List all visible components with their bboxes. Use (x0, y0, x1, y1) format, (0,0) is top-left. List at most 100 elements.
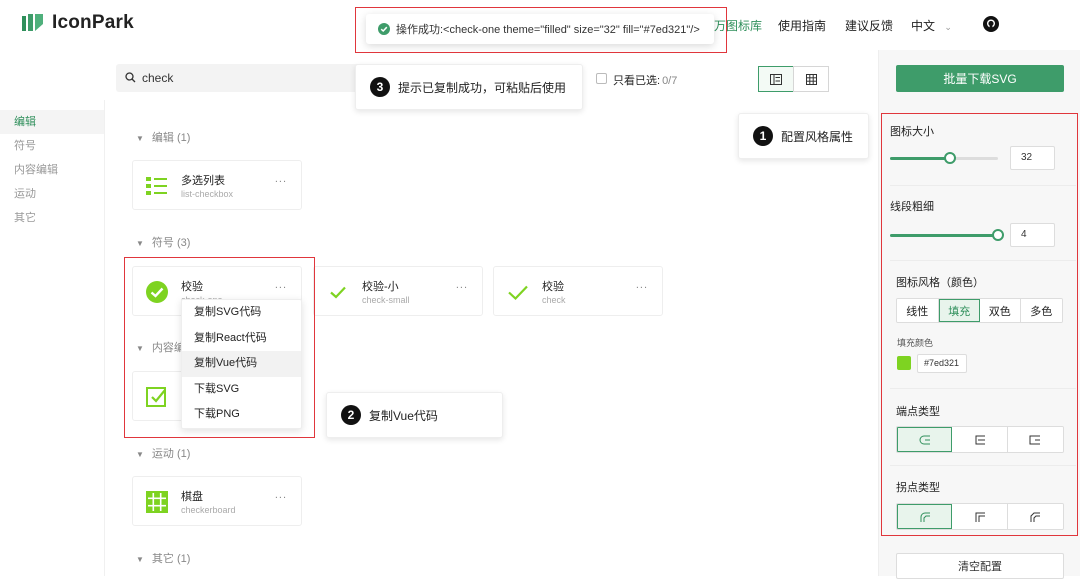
grid-view-button[interactable] (793, 66, 829, 92)
icon-card-check[interactable]: 校验 check ... (493, 266, 663, 316)
join-miter-icon (975, 512, 985, 522)
logo[interactable]: IconPark (22, 12, 134, 34)
icon-name: 校验-小 (362, 281, 399, 293)
only-selected-label: 只看已选: 0/7 (613, 72, 677, 88)
sidebar-item-symbol[interactable]: 符号 (0, 134, 104, 158)
chevron-down-icon: ⌄ (944, 22, 952, 32)
logo-text: IconPark (52, 12, 134, 33)
join-round-icon (920, 512, 930, 522)
nav-feedback[interactable]: 建议反馈 (845, 17, 893, 34)
icon-card-list-checkbox[interactable]: 多选列表 list-checkbox ... (132, 160, 302, 210)
search-box[interactable] (116, 64, 366, 92)
iconpark-logo-icon (22, 14, 43, 31)
caret-down-icon: ▼ (136, 555, 144, 564)
cap-square-icon (1029, 435, 1041, 444)
more-icon[interactable]: ... (636, 279, 648, 291)
icon-name: 校验 (542, 281, 564, 293)
sidebar-item-sport[interactable]: 运动 (0, 182, 104, 206)
clear-config-button[interactable]: 清空配置 (896, 553, 1064, 579)
github-icon[interactable] (983, 16, 999, 32)
theme-filled-option[interactable]: 填充 (938, 299, 981, 322)
icon-name: 棋盘 (181, 491, 203, 503)
group-header-other[interactable]: ▼ 其它 (1) (136, 550, 190, 566)
more-icon[interactable]: ... (275, 489, 287, 501)
size-slider-fill (890, 157, 950, 160)
category-sidebar: 编辑 符号 内容编辑 运动 其它 (0, 110, 104, 230)
step-number: 2 (341, 405, 361, 425)
group-title: 编辑 (1) (151, 132, 191, 144)
check-icon (508, 285, 528, 301)
only-selected-text: 只看已选: (613, 75, 661, 87)
step-number: 1 (753, 126, 773, 146)
join-bevel-option[interactable] (1007, 504, 1063, 529)
icon-slug: check (542, 295, 566, 305)
icon-slug: check-small (362, 295, 410, 305)
language-label: 中文 (911, 19, 936, 33)
theme-outline-option[interactable]: 线性 (897, 299, 939, 322)
divider (890, 465, 1076, 466)
join-round-option[interactable] (897, 504, 953, 529)
icon-slug: list-checkbox (181, 189, 234, 199)
list-view-icon (770, 73, 782, 85)
fill-color-label: 填充颜色 (897, 338, 934, 348)
list-view-button[interactable] (758, 66, 794, 92)
only-selected-count: 0/7 (662, 75, 678, 87)
fill-color-input[interactable]: #7ed321 (917, 354, 967, 373)
callout-step-2: 2 复制Vue代码 (326, 392, 503, 438)
cap-round-icon (919, 435, 930, 444)
nav-guide[interactable]: 使用指南 (778, 17, 826, 34)
stroke-width-input[interactable]: 4 (1010, 223, 1055, 247)
divider (890, 260, 1076, 261)
group-header-sport[interactable]: ▼ 运动 (1) (136, 445, 190, 461)
group-title: 符号 (3) (151, 237, 191, 249)
cap-round-option[interactable] (897, 427, 953, 452)
cap-butt-icon (975, 435, 985, 444)
callout-step-1: 1 配置风格属性 (738, 113, 869, 159)
size-slider-handle[interactable] (944, 152, 956, 164)
cap-butt-option[interactable] (952, 427, 1008, 452)
icon-name: 多选列表 (181, 175, 225, 187)
caret-down-icon: ▼ (136, 450, 144, 459)
menu-highlight-box (124, 257, 315, 438)
size-input[interactable]: 32 (1010, 146, 1055, 170)
list-checkbox-icon (146, 177, 167, 195)
stroke-width-label: 线段粗细 (890, 201, 934, 213)
line-join-label: 拐点类型 (896, 482, 940, 494)
search-input[interactable] (142, 69, 342, 87)
search-icon (125, 72, 136, 83)
config-highlight-box (881, 113, 1078, 536)
more-icon[interactable]: ... (275, 173, 287, 185)
icon-slug: checkerboard (181, 505, 236, 515)
group-header-edit[interactable]: ▼ 编辑 (1) (136, 129, 190, 145)
group-header-symbol[interactable]: ▼ 符号 (3) (136, 234, 190, 250)
theme-multi-color-option[interactable]: 多色 (1020, 299, 1062, 322)
sidebar-item-other[interactable]: 其它 (0, 206, 104, 230)
language-select[interactable]: 中文 ⌄ (911, 17, 952, 34)
callout-text: 提示已复制成功，可粘贴后使用 (398, 80, 567, 95)
caret-down-icon: ▼ (136, 134, 144, 143)
theme-selector: 线性 填充 双色 多色 (896, 298, 1063, 323)
line-join-selector (896, 503, 1064, 530)
fill-color-swatch[interactable] (897, 356, 911, 370)
sidebar-item-edit[interactable]: 编辑 (0, 110, 104, 134)
sidebar-item-content-edit[interactable]: 内容编辑 (0, 158, 104, 182)
stroke-slider-fill (890, 234, 998, 237)
theme-two-tone-option[interactable]: 双色 (980, 299, 1021, 322)
only-selected-checkbox[interactable] (596, 73, 607, 84)
more-icon[interactable]: ... (456, 279, 468, 291)
stroke-slider-handle[interactable] (992, 229, 1004, 241)
cap-square-option[interactable] (1007, 427, 1063, 452)
callout-text: 配置风格属性 (781, 129, 854, 144)
grid-view-icon (805, 73, 817, 85)
icon-card-check-small[interactable]: 校验-小 check-small ... (313, 266, 483, 316)
join-miter-option[interactable] (952, 504, 1008, 529)
theme-label: 图标风格（颜色） (896, 277, 984, 289)
callout-step-3: 3 提示已复制成功，可粘贴后使用 (355, 64, 583, 110)
icon-card-checkerboard[interactable]: 棋盘 checkerboard ... (132, 476, 302, 526)
sidebar-divider (104, 100, 105, 576)
checkerboard-icon (146, 491, 168, 513)
toast-highlight-box (355, 7, 727, 53)
step-number: 3 (370, 77, 390, 97)
batch-download-svg-button[interactable]: 批量下载SVG (896, 65, 1064, 92)
line-cap-label: 端点类型 (896, 406, 940, 418)
